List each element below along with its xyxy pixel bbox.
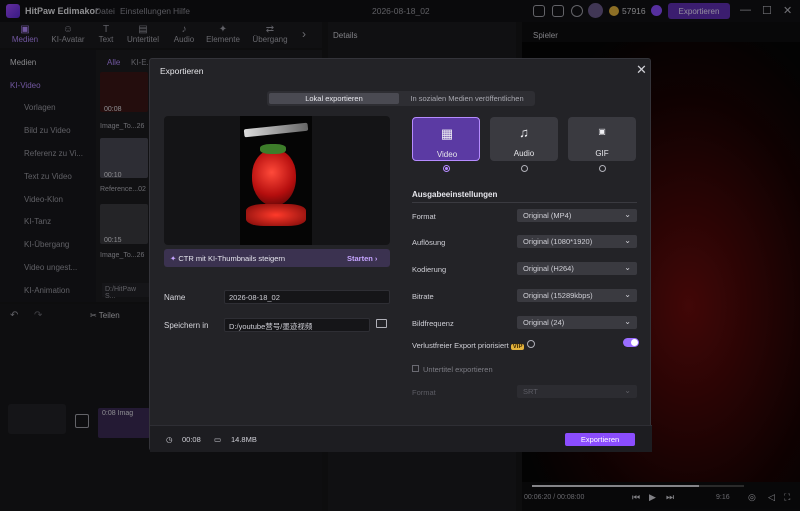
tab-social-export[interactable]: In sozialen Medien veröffentlichen <box>401 93 533 104</box>
ctr-text: ✦ CTR mit KI-Thumbnails steigern <box>170 254 285 263</box>
chevron-down-icon: ⌄ <box>624 236 631 245</box>
leaf-graphic <box>260 144 286 154</box>
subtitle-export-option[interactable]: Untertitel exportieren <box>412 365 493 374</box>
toggle-knob <box>631 339 638 346</box>
gif-icon: ▣ <box>598 127 606 136</box>
chevron-down-icon: ⌄ <box>624 210 631 219</box>
lossless-text: Verlustfreier Export priorisiert <box>412 341 509 350</box>
format-video-card[interactable]: ▦ Video <box>412 117 480 161</box>
export-duration: 00:08 <box>182 435 201 444</box>
setting-resolution-select[interactable]: Original (1080*1920) ⌄ <box>517 235 637 248</box>
setting-bitrate-label: Bitrate <box>412 292 434 301</box>
lossless-label: Verlustfreier Export priorisiert VIP <box>412 340 535 350</box>
dialog-footer: ◷ 00:08 ▭ 14.8MB Exportieren <box>150 425 652 452</box>
setting-framerate-label: Bildfrequenz <box>412 319 454 328</box>
chevron-down-icon: ⌄ <box>624 317 631 326</box>
ctr-start-label: Starten <box>347 254 373 263</box>
format-audio-radio[interactable] <box>521 165 528 172</box>
setting-value: Original (1080*1920) <box>523 237 593 246</box>
clock-icon: ◷ <box>166 435 173 444</box>
subtitle-format-select[interactable]: SRT ⌄ <box>517 385 637 398</box>
setting-bitrate-select[interactable]: Original (15289kbps) ⌄ <box>517 289 637 302</box>
strawberry-graphic <box>252 150 296 206</box>
format-video-label: Video <box>436 150 458 159</box>
setting-value: Original (H264) <box>523 264 574 273</box>
divider <box>412 202 637 203</box>
setting-value: Original (MP4) <box>523 211 572 220</box>
info-icon[interactable] <box>526 340 535 348</box>
file-size-icon: ▭ <box>214 435 222 444</box>
setting-resolution-label: Auflösung <box>412 238 446 247</box>
format-gif-radio[interactable] <box>599 165 606 172</box>
setting-value: Original (24) <box>523 318 565 327</box>
subtitle-export-label: Untertitel exportieren <box>423 365 493 374</box>
format-audio-label: Audio <box>513 149 535 158</box>
chevron-down-icon: ⌄ <box>624 386 631 395</box>
name-label: Name <box>164 293 186 302</box>
chevron-down-icon: ⌄ <box>624 263 631 272</box>
setting-framerate-select[interactable]: Original (24) ⌄ <box>517 316 637 329</box>
export-button[interactable]: Exportieren <box>565 433 635 446</box>
export-mode-tabs: Lokal exportieren In sozialen Medien ver… <box>267 91 535 106</box>
setting-value: Original (15289kbps) <box>523 291 593 300</box>
close-icon[interactable]: ✕ <box>636 62 647 78</box>
subtitle-checkbox[interactable] <box>412 365 419 372</box>
export-file-size: 14.8MB <box>231 435 257 444</box>
setting-format-select[interactable]: Original (MP4) ⌄ <box>517 209 637 222</box>
setting-encoding-label: Kodierung <box>412 265 447 274</box>
format-gif-card[interactable]: ▣ GIF <box>568 117 636 161</box>
format-gif-label: GIF <box>595 149 609 158</box>
name-field[interactable]: 2026-08-18_02 <box>224 290 390 304</box>
slices-graphic <box>246 204 306 226</box>
setting-value: SRT <box>523 387 538 396</box>
subtitle-format-label: Format <box>412 388 436 397</box>
ctr-label: CTR mit KI-Thumbnails steigern <box>178 254 286 263</box>
tab-local-export[interactable]: Lokal exportieren <box>269 93 399 104</box>
output-settings-title: Ausgabeeinstellungen <box>412 190 498 199</box>
export-dialog: Exportieren ✕ Lokal exportieren In sozia… <box>149 58 652 452</box>
save-location-field[interactable]: D:/youtube营号/墨迹视频 <box>224 318 370 332</box>
music-icon: ♫ <box>519 125 529 140</box>
vip-badge: VIP <box>510 344 525 350</box>
setting-format-label: Format <box>412 212 436 221</box>
clapper-icon: ▦ <box>440 126 454 141</box>
chevron-down-icon: ⌄ <box>624 290 631 299</box>
lossless-toggle[interactable] <box>623 338 639 347</box>
dialog-title: Exportieren <box>160 66 204 76</box>
video-preview <box>164 116 390 245</box>
folder-browse-icon[interactable] <box>376 319 387 328</box>
setting-encoding-select[interactable]: Original (H264) ⌄ <box>517 262 637 275</box>
knife-graphic <box>243 122 309 138</box>
ctr-start-button[interactable]: Starten › <box>347 254 377 263</box>
format-video-radio[interactable] <box>443 165 450 172</box>
save-location-label: Speichern in <box>164 321 209 330</box>
preview-image <box>240 116 312 245</box>
format-audio-card[interactable]: ♫ Audio <box>490 117 558 161</box>
ctr-banner[interactable]: ✦ CTR mit KI-Thumbnails steigern Starten… <box>164 249 390 267</box>
